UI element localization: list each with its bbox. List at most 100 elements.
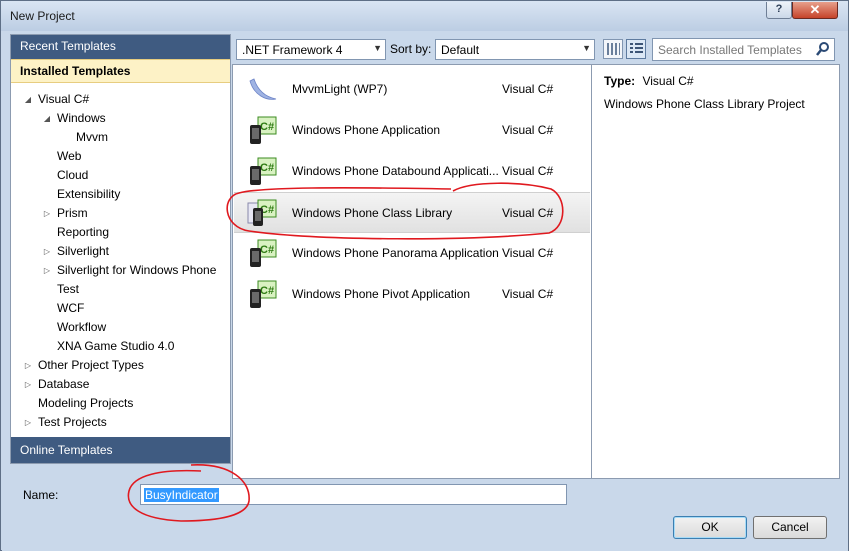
tree-item-label: Cloud xyxy=(57,168,89,182)
collapse-arrow-icon[interactable]: ▷ xyxy=(42,242,52,261)
tree-item-label: Test Projects xyxy=(38,415,107,429)
tree-item-label: Silverlight for Windows Phone xyxy=(57,263,217,277)
tree-item-test-projects[interactable]: ▷ Test Projects xyxy=(11,413,230,432)
template-language: Visual C# xyxy=(502,206,554,220)
cancel-button[interactable]: Cancel xyxy=(753,516,827,539)
template-row-wp-application[interactable]: C# Windows Phone Application Visual C# xyxy=(234,110,590,151)
list-view-button[interactable] xyxy=(626,39,646,59)
tree-item-silverlight[interactable]: ▷ Silverlight xyxy=(11,242,230,261)
tree-item-label: Extensibility xyxy=(57,187,121,201)
ok-button[interactable]: OK xyxy=(673,516,747,539)
expand-arrow-icon[interactable]: ◢ xyxy=(23,90,33,109)
tree-item-label: Test xyxy=(57,282,80,296)
template-name: Windows Phone Pivot Application xyxy=(292,287,471,301)
template-language: Visual C# xyxy=(502,164,554,178)
tree-item-other-project-types[interactable]: ▷ Other Project Types xyxy=(11,356,230,375)
phone-csharp-icon: C# xyxy=(250,116,277,144)
template-name: MvvmLight (WP7) xyxy=(292,82,388,96)
list-view-icon xyxy=(630,43,643,53)
template-details-pane: Type: Visual C# Windows Phone Class Libr… xyxy=(591,64,840,479)
framework-dropdown[interactable]: .NET Framework 4 ▼ xyxy=(236,39,386,60)
collapse-arrow-icon[interactable]: ▷ xyxy=(23,413,33,432)
phone-library-icon: C# xyxy=(247,199,277,226)
template-row-wp-databound[interactable]: C# Windows Phone Databound Applicati... … xyxy=(234,151,590,192)
search-input[interactable]: Search Installed Templates xyxy=(652,38,835,61)
tree-item-modeling-projects[interactable]: Modeling Projects xyxy=(11,394,230,413)
type-label: Type: xyxy=(604,74,636,88)
svg-text:C#: C# xyxy=(260,121,274,133)
tree-item-mvvm[interactable]: Mvvm xyxy=(11,128,230,147)
online-templates-header[interactable]: Online Templates xyxy=(11,437,230,463)
type-line: Type: Visual C# xyxy=(604,74,694,88)
installed-templates-header[interactable]: Installed Templates xyxy=(11,59,230,83)
tree-item-workflow[interactable]: Workflow xyxy=(11,318,230,337)
tree-item-label: XNA Game Studio 4.0 xyxy=(57,339,175,353)
tree-item-label: Other Project Types xyxy=(38,358,144,372)
tree-item-label: Visual C# xyxy=(38,92,90,106)
template-language: Visual C# xyxy=(502,82,554,96)
tree-item-label: Modeling Projects xyxy=(38,396,134,410)
template-name: Windows Phone Panorama Application xyxy=(292,246,499,260)
recent-templates-header[interactable]: Recent Templates xyxy=(11,35,230,59)
svg-text:C#: C# xyxy=(260,285,274,297)
search-placeholder: Search Installed Templates xyxy=(658,43,802,57)
template-row-mvvmlight[interactable]: MvvmLight (WP7) Visual C# xyxy=(234,69,590,110)
framework-value: .NET Framework 4 xyxy=(242,43,343,57)
collapse-arrow-icon[interactable]: ▷ xyxy=(42,261,52,280)
tree-item-web[interactable]: Web xyxy=(11,147,230,166)
sort-by-dropdown[interactable]: Default ▼ xyxy=(435,39,595,60)
phone-csharp-icon: C# xyxy=(250,239,277,267)
expand-arrow-icon[interactable]: ◢ xyxy=(42,109,52,128)
close-button[interactable]: ✕ xyxy=(792,2,838,19)
tree-item-visual-csharp[interactable]: ◢ Visual C# xyxy=(11,90,230,109)
template-name: Windows Phone Databound Applicati... xyxy=(292,164,499,178)
collapse-arrow-icon[interactable]: ▷ xyxy=(23,356,33,375)
tree-item-label: WCF xyxy=(57,301,85,315)
collapse-arrow-icon[interactable]: ▷ xyxy=(42,204,52,223)
template-name: Windows Phone Application xyxy=(292,123,441,137)
sort-by-label: Sort by: xyxy=(390,42,432,56)
tree-item-wcf[interactable]: WCF xyxy=(11,299,230,318)
tree-item-database[interactable]: ▷ Database xyxy=(11,375,230,394)
svg-text:C#: C# xyxy=(260,244,274,256)
help-button[interactable]: ? xyxy=(766,2,792,19)
chevron-down-icon: ▼ xyxy=(582,43,591,53)
tree-item-label: Workflow xyxy=(57,320,107,334)
project-name-value: BusyIndicator xyxy=(144,488,219,502)
medium-icons-view-button[interactable] xyxy=(603,39,623,59)
template-row-wp-class-library[interactable]: C# Windows Phone Class Library Visual C# xyxy=(234,192,590,233)
template-language: Visual C# xyxy=(502,123,554,137)
template-language: Visual C# xyxy=(502,287,554,301)
tree-item-label: Web xyxy=(57,149,82,163)
tree-item-label: Windows xyxy=(57,111,106,125)
mvvmlight-icon xyxy=(249,78,277,100)
tree-item-reporting[interactable]: Reporting xyxy=(11,223,230,242)
template-category-pane: Recent Templates Installed Templates ◢ V… xyxy=(10,34,231,464)
template-language: Visual C# xyxy=(502,246,554,260)
phone-csharp-icon: C# xyxy=(250,280,277,308)
tree-item-silverlight-windows-phone[interactable]: ▷ Silverlight for Windows Phone xyxy=(11,261,230,280)
tree-item-xna[interactable]: XNA Game Studio 4.0 xyxy=(11,337,230,356)
tree-item-cloud[interactable]: Cloud xyxy=(11,166,230,185)
template-row-wp-pivot[interactable]: C# Windows Phone Pivot Application Visua… xyxy=(234,274,590,315)
project-name-input[interactable]: BusyIndicator xyxy=(140,484,567,505)
template-name: Windows Phone Class Library xyxy=(292,206,453,220)
phone-csharp-icon: C# xyxy=(250,157,277,185)
tree-item-extensibility[interactable]: Extensibility xyxy=(11,185,230,204)
tree-item-label: Mvvm xyxy=(76,130,108,144)
tree-item-test[interactable]: Test xyxy=(11,280,230,299)
title-bar[interactable]: New Project ? ✕ xyxy=(1,1,848,31)
tree-item-label: Prism xyxy=(57,206,88,220)
template-row-wp-panorama[interactable]: C# Windows Phone Panorama Application Vi… xyxy=(234,233,590,274)
tree-item-windows[interactable]: ◢ Windows xyxy=(11,109,230,128)
search-icon[interactable] xyxy=(816,41,830,57)
collapse-arrow-icon[interactable]: ▷ xyxy=(23,375,33,394)
tree-item-prism[interactable]: ▷ Prism xyxy=(11,204,230,223)
grid-view-icon xyxy=(607,43,620,55)
sort-by-value: Default xyxy=(441,43,480,57)
window-title: New Project xyxy=(10,9,75,23)
svg-text:C#: C# xyxy=(260,162,274,174)
template-tree: ◢ Visual C# ◢ Windows Mvvm Web Cloud Ext… xyxy=(11,90,230,432)
name-label: Name: xyxy=(23,488,59,502)
tree-item-label: Database xyxy=(38,377,90,391)
